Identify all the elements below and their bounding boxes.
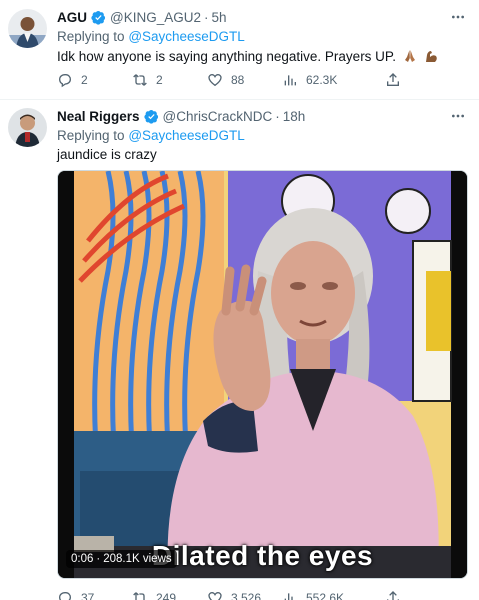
separator-dot: ·	[96, 553, 101, 565]
folded-hands-icon	[402, 48, 418, 67]
video-player[interactable]: Dilated the eyes 0:06 · 208.1K views	[57, 170, 468, 579]
reply-icon	[58, 592, 72, 600]
like-button[interactable]: 3,526	[207, 590, 282, 600]
tweet-header: Neal Riggers @ChrisCrackNDC · 18h	[57, 107, 439, 125]
retweet-button[interactable]: 2	[132, 72, 207, 88]
separator-dot: ·	[203, 9, 209, 25]
video-stats-badge: 0:06 · 208.1K views	[66, 550, 177, 568]
replying-to: Replying to @SaycheeseDGTL	[57, 29, 245, 44]
timestamp[interactable]: 5h	[211, 10, 226, 25]
retweet-count: 2	[156, 73, 163, 87]
avatar-agu-image	[8, 9, 47, 48]
retweet-button[interactable]: 249	[132, 590, 207, 600]
replying-to-link[interactable]: @SaycheeseDGTL	[128, 29, 245, 44]
author-handle[interactable]: @ChrisCrackNDC	[163, 109, 273, 124]
like-icon	[208, 591, 222, 600]
replying-to: Replying to @SaycheeseDGTL	[57, 128, 245, 143]
video-frame	[58, 171, 467, 578]
separator-dot: ·	[275, 108, 280, 124]
views-icon	[284, 593, 296, 600]
like-button[interactable]: 88	[207, 72, 282, 88]
flexed-biceps-icon	[423, 48, 439, 67]
tweet-header: AGU @KING_AGU2 · 5h	[57, 8, 439, 26]
video-views: 208.1K views	[103, 553, 172, 565]
retweet-icon	[133, 592, 145, 600]
like-count: 3,526	[231, 591, 262, 600]
verified-badge-icon	[143, 109, 159, 124]
author-name[interactable]: Neal Riggers	[57, 109, 140, 124]
avatar-agu[interactable]	[8, 9, 47, 48]
replying-prefix: Replying to	[57, 128, 125, 143]
more-icon[interactable]	[449, 8, 467, 26]
retweet-count: 249	[156, 591, 177, 600]
avatar-neal-riggers[interactable]	[8, 108, 47, 147]
reply-count: 37	[81, 591, 95, 600]
tweet-actions: 2 2 88 62.3K	[57, 70, 417, 90]
tweet-text-content: Idk how anyone is saying anything negati…	[57, 49, 396, 64]
like-count: 88	[231, 73, 245, 87]
share-icon	[387, 73, 399, 86]
author-name[interactable]: AGU	[57, 10, 87, 25]
more-icon[interactable]	[449, 107, 467, 125]
author-handle[interactable]: @KING_AGU2	[110, 10, 201, 25]
reply-icon	[58, 74, 72, 88]
share-button[interactable]	[385, 72, 409, 88]
views-icon	[284, 75, 296, 86]
tweet-neal-riggers[interactable]: Neal Riggers @ChrisCrackNDC · 18h Replyi…	[0, 100, 479, 600]
views-count: 552.6K	[306, 591, 345, 600]
views-count: 62.3K	[306, 73, 338, 87]
share-icon	[387, 591, 399, 600]
tweet-text: jaundice is crazy	[57, 147, 157, 162]
replying-to-link[interactable]: @SaycheeseDGTL	[128, 128, 245, 143]
like-icon	[208, 73, 222, 87]
timestamp[interactable]: 18h	[283, 109, 306, 124]
tweet-actions: 37 249 3,526 552.6K	[57, 588, 417, 600]
tweet-agu[interactable]: AGU @KING_AGU2 · 5h Replying to @Saychee…	[0, 0, 479, 100]
share-button[interactable]	[385, 590, 409, 600]
reply-button[interactable]: 2	[57, 72, 132, 88]
tweet-text: Idk how anyone is saying anything negati…	[57, 48, 439, 67]
avatar-neal-riggers-image	[8, 108, 47, 147]
views-button[interactable]: 552.6K	[282, 590, 357, 600]
replying-prefix: Replying to	[57, 29, 125, 44]
video-duration: 0:06	[71, 553, 94, 565]
retweet-icon	[133, 74, 147, 86]
verified-badge-icon	[91, 10, 106, 25]
reply-button[interactable]: 37	[57, 590, 132, 600]
reply-count: 2	[81, 73, 88, 87]
views-button[interactable]: 62.3K	[282, 72, 357, 88]
